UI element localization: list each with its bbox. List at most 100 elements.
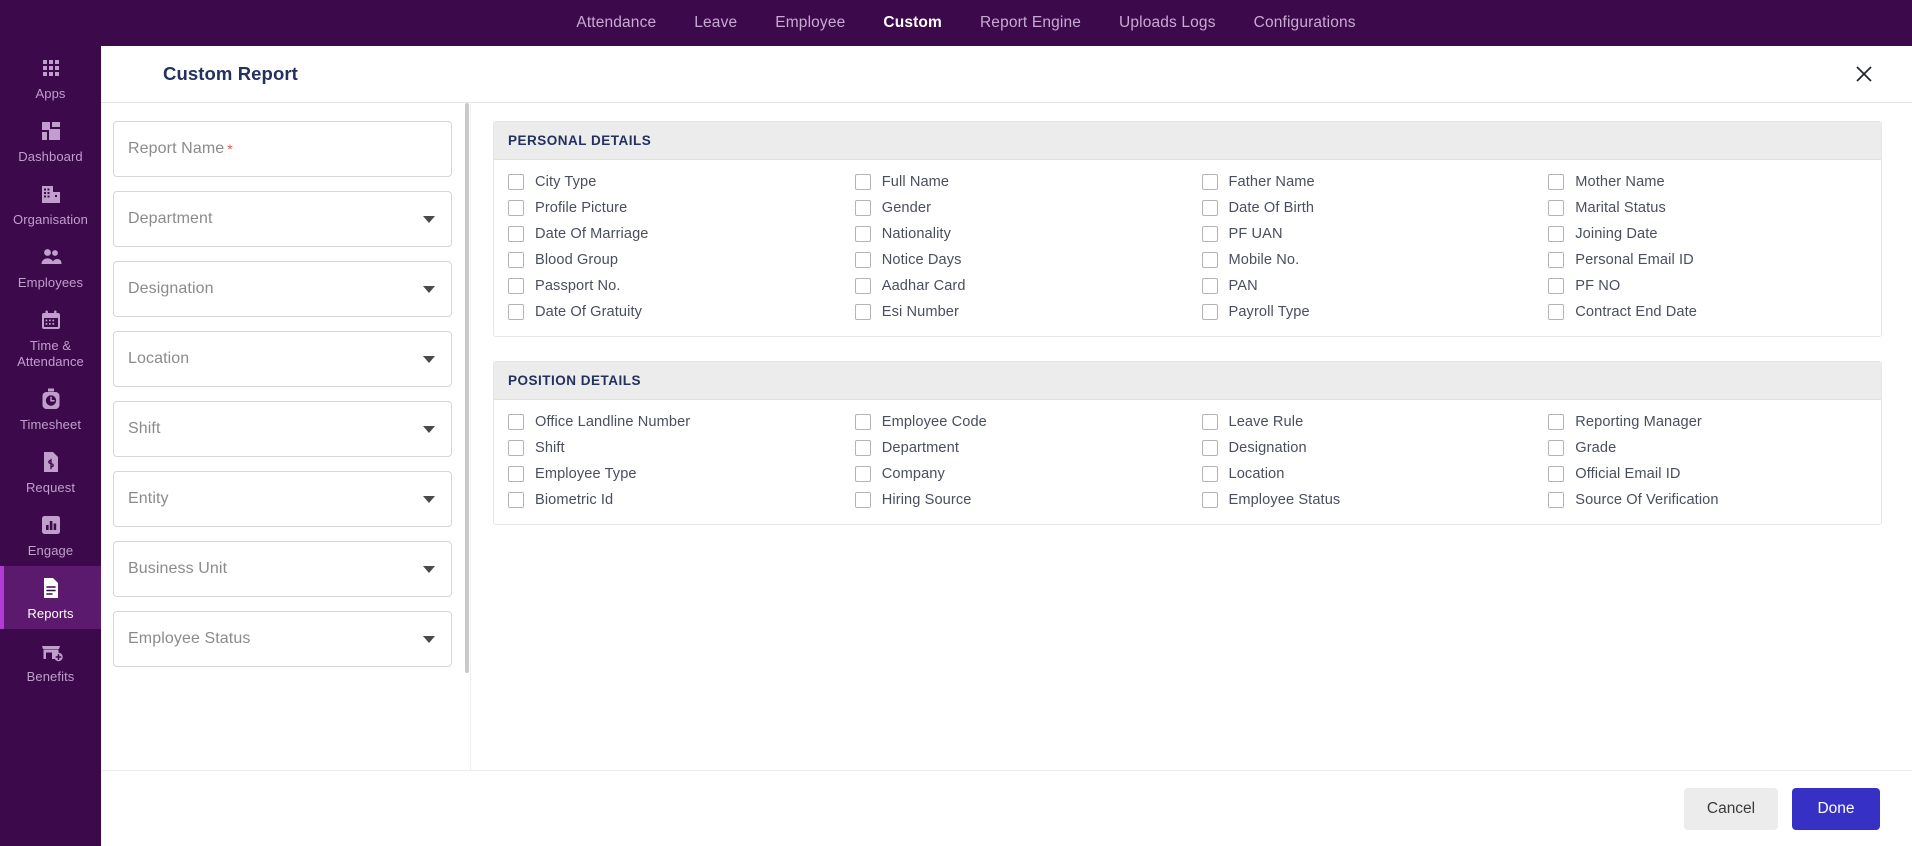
checkbox-row-profile-picture[interactable]: Profile Picture [494, 200, 841, 216]
select-business-unit[interactable]: Business Unit [113, 541, 452, 597]
checkbox-marital-status[interactable] [1548, 200, 1565, 216]
checkbox-row-date-of-birth[interactable]: Date Of Birth [1188, 200, 1535, 216]
form-scrollbar[interactable] [464, 103, 470, 770]
checkbox-row-location[interactable]: Location [1188, 466, 1535, 482]
checkbox-grade[interactable] [1548, 440, 1565, 456]
cancel-button[interactable]: Cancel [1684, 787, 1778, 830]
sidebar-item-request[interactable]: Request [0, 440, 101, 503]
checkbox-date-of-marriage[interactable] [508, 226, 524, 242]
checkbox-row-pf-no[interactable]: PF NO [1534, 278, 1881, 294]
checkbox-mobile-no[interactable] [1201, 252, 1218, 268]
checkbox-company[interactable] [854, 466, 871, 482]
checkbox-payroll-type[interactable] [1201, 304, 1218, 320]
top-nav-item-custom[interactable]: Custom [883, 14, 942, 32]
checkbox-pf-no[interactable] [1548, 278, 1565, 294]
checkbox-employee-code[interactable] [854, 414, 871, 430]
checkbox-row-date-of-gratuity[interactable]: Date Of Gratuity [494, 304, 841, 320]
checkbox-hiring-source[interactable] [854, 492, 871, 508]
top-nav-item-leave[interactable]: Leave [694, 14, 737, 32]
checkbox-row-date-of-marriage[interactable]: Date Of Marriage [494, 226, 841, 242]
chevron-down-icon[interactable] [423, 565, 435, 573]
sidebar-item-employees[interactable]: Employees [0, 235, 101, 298]
checkbox-row-joining-date[interactable]: Joining Date [1534, 226, 1881, 242]
chevron-down-icon[interactable] [423, 355, 435, 363]
checkbox-personal-email-id[interactable] [1548, 252, 1565, 268]
checkbox-date-of-gratuity[interactable] [508, 304, 524, 320]
checkbox-date-of-birth[interactable] [1201, 200, 1218, 216]
checkbox-row-contract-end-date[interactable]: Contract End Date [1534, 304, 1881, 320]
input-report-name[interactable]: Report Name * [113, 121, 452, 177]
checkbox-nationality[interactable] [854, 226, 871, 242]
checkbox-row-department[interactable]: Department [841, 440, 1188, 456]
checkbox-row-nationality[interactable]: Nationality [841, 226, 1188, 242]
checkbox-shift[interactable] [508, 440, 524, 456]
checkbox-row-aadhar-card[interactable]: Aadhar Card [841, 278, 1188, 294]
checkbox-row-company[interactable]: Company [841, 466, 1188, 482]
checkbox-row-mother-name[interactable]: Mother Name [1534, 174, 1881, 190]
checkbox-leave-rule[interactable] [1201, 414, 1218, 430]
checkbox-row-employee-type[interactable]: Employee Type [494, 466, 841, 482]
checkbox-gender[interactable] [854, 200, 871, 216]
sidebar-item-time-attendance[interactable]: Time & Attendance [0, 298, 101, 377]
checkbox-city-type[interactable] [508, 174, 524, 190]
checkbox-aadhar-card[interactable] [854, 278, 871, 294]
checkbox-row-reporting-manager[interactable]: Reporting Manager [1534, 414, 1881, 430]
checkbox-reporting-manager[interactable] [1548, 414, 1565, 430]
select-shift[interactable]: Shift [113, 401, 452, 457]
chevron-down-icon[interactable] [423, 425, 435, 433]
checkbox-row-employee-status[interactable]: Employee Status [1188, 492, 1535, 508]
checkbox-passport-no[interactable] [508, 278, 524, 294]
checkbox-row-mobile-no[interactable]: Mobile No. [1188, 252, 1535, 268]
top-nav-item-attendance[interactable]: Attendance [576, 14, 656, 32]
checkbox-row-city-type[interactable]: City Type [494, 174, 841, 190]
top-nav-item-uploads-logs[interactable]: Uploads Logs [1119, 14, 1216, 32]
checkbox-row-passport-no[interactable]: Passport No. [494, 278, 841, 294]
select-location[interactable]: Location [113, 331, 452, 387]
checkbox-row-marital-status[interactable]: Marital Status [1534, 200, 1881, 216]
checkbox-row-pf-uan[interactable]: PF UAN [1188, 226, 1535, 242]
form-scrollbar-thumb[interactable] [465, 103, 469, 673]
checkbox-full-name[interactable] [854, 174, 871, 190]
checkbox-row-blood-group[interactable]: Blood Group [494, 252, 841, 268]
checkbox-row-employee-code[interactable]: Employee Code [841, 414, 1188, 430]
checkbox-row-shift[interactable]: Shift [494, 440, 841, 456]
checkbox-notice-days[interactable] [854, 252, 871, 268]
checkbox-row-pan[interactable]: PAN [1188, 278, 1535, 294]
select-department[interactable]: Department [113, 191, 452, 247]
checkbox-row-notice-days[interactable]: Notice Days [841, 252, 1188, 268]
sidebar-item-organisation[interactable]: Organisation [0, 172, 101, 235]
select-designation[interactable]: Designation [113, 261, 452, 317]
checkbox-contract-end-date[interactable] [1548, 304, 1565, 320]
done-button[interactable]: Done [1792, 787, 1880, 830]
top-nav-item-report-engine[interactable]: Report Engine [980, 14, 1081, 32]
chevron-down-icon[interactable] [423, 495, 435, 503]
checkbox-row-office-landline-number[interactable]: Office Landline Number [494, 414, 841, 430]
chevron-down-icon[interactable] [423, 215, 435, 223]
select-entity[interactable]: Entity [113, 471, 452, 527]
sidebar-item-reports[interactable]: Reports [0, 566, 101, 629]
checkbox-row-biometric-id[interactable]: Biometric Id [494, 492, 841, 508]
checkbox-row-personal-email-id[interactable]: Personal Email ID [1534, 252, 1881, 268]
checkbox-row-grade[interactable]: Grade [1534, 440, 1881, 456]
sidebar-item-apps[interactable]: Apps [0, 46, 101, 109]
checkbox-source-of-verification[interactable] [1548, 492, 1565, 508]
sidebar-item-timesheet[interactable]: Timesheet [0, 377, 101, 440]
checkbox-father-name[interactable] [1201, 174, 1218, 190]
checkbox-pf-uan[interactable] [1201, 226, 1218, 242]
checkbox-row-source-of-verification[interactable]: Source Of Verification [1534, 492, 1881, 508]
sidebar-item-dashboard[interactable]: Dashboard [0, 109, 101, 172]
checkbox-employee-type[interactable] [508, 466, 524, 482]
checkbox-official-email-id[interactable] [1548, 466, 1565, 482]
checkbox-mother-name[interactable] [1548, 174, 1565, 190]
checkbox-row-official-email-id[interactable]: Official Email ID [1534, 466, 1881, 482]
checkbox-biometric-id[interactable] [508, 492, 524, 508]
top-nav-item-employee[interactable]: Employee [775, 14, 845, 32]
checkbox-row-designation[interactable]: Designation [1188, 440, 1535, 456]
chevron-down-icon[interactable] [423, 635, 435, 643]
chevron-down-icon[interactable] [423, 285, 435, 293]
select-employee-status[interactable]: Employee Status [113, 611, 452, 667]
close-icon[interactable] [1848, 58, 1880, 90]
checkbox-pan[interactable] [1201, 278, 1218, 294]
checkbox-row-leave-rule[interactable]: Leave Rule [1188, 414, 1535, 430]
checkbox-profile-picture[interactable] [508, 200, 524, 216]
